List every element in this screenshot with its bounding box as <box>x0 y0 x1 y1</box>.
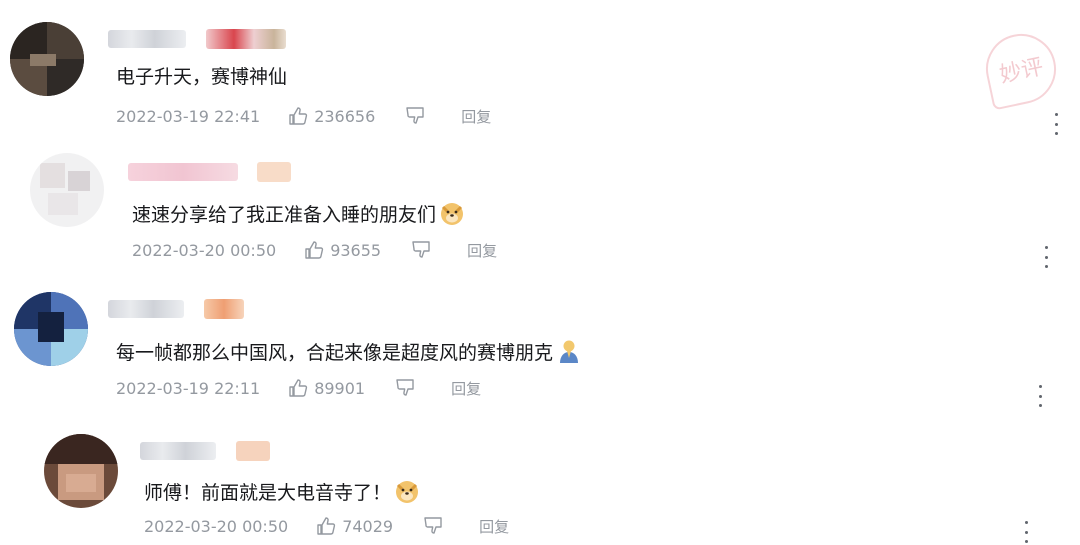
thumbs-down-icon <box>424 517 442 534</box>
thumbs-up-icon <box>305 241 324 259</box>
username[interactable] <box>128 163 238 181</box>
like-button[interactable]: 89901 <box>288 378 365 398</box>
comment-meta: 2022-03-20 00:50 93655 回复 <box>132 238 497 262</box>
person-praying-emoji-icon <box>556 338 582 371</box>
avatar[interactable] <box>30 153 104 227</box>
doge-emoji-icon <box>439 200 465 233</box>
dislike-button[interactable] <box>423 516 445 536</box>
username[interactable] <box>140 442 216 460</box>
comment-time: 2022-03-20 00:50 <box>144 516 289 536</box>
user-badge <box>257 162 291 182</box>
thumbs-up-icon <box>317 517 336 535</box>
comment-text-content: 师傅！前面就是大电音寺了！ <box>144 482 392 504</box>
username[interactable] <box>108 300 184 318</box>
thumbs-down-icon <box>412 241 430 258</box>
comment-meta: 2022-03-20 00:50 74029 回复 <box>144 514 509 538</box>
like-count: 93655 <box>330 240 382 260</box>
comment-text-content: 速速分享给了我正准备入睡的朋友们 <box>132 204 437 226</box>
reply-button[interactable]: 回复 <box>451 378 481 399</box>
comment-item: 师傅！前面就是大电音寺了！ 2022-03-20 00:50 74029 回复 <box>0 0 1080 543</box>
user-badge <box>204 299 244 319</box>
comment-meta: 2022-03-19 22:11 89901 回复 <box>116 376 481 400</box>
dislike-button[interactable] <box>395 378 417 398</box>
like-button[interactable]: 93655 <box>304 240 381 260</box>
comment-text: 每一帧都那么中国风，合起来像是超度风的赛博朋克 <box>116 338 582 371</box>
reply-button[interactable]: 回复 <box>479 516 509 537</box>
avatar[interactable] <box>44 434 118 508</box>
comment-text: 师傅！前面就是大电音寺了！ <box>144 478 420 511</box>
thumbs-up-icon <box>289 379 308 397</box>
thumbs-down-icon <box>396 379 414 396</box>
like-count: 74029 <box>342 516 394 536</box>
more-options-button[interactable] <box>1040 246 1052 268</box>
comment-time: 2022-03-20 00:50 <box>132 240 277 260</box>
like-button[interactable]: 74029 <box>316 516 393 536</box>
avatar[interactable] <box>14 292 88 366</box>
reply-button[interactable]: 回复 <box>467 240 497 261</box>
more-options-button[interactable] <box>1020 521 1032 543</box>
more-options-button[interactable] <box>1034 385 1046 407</box>
like-count: 89901 <box>314 378 366 398</box>
user-badge <box>236 441 270 461</box>
dislike-button[interactable] <box>411 240 433 260</box>
doge-emoji-icon <box>394 478 420 511</box>
comment-text-content: 每一帧都那么中国风，合起来像是超度风的赛博朋克 <box>116 342 554 364</box>
comment-text: 速速分享给了我正准备入睡的朋友们 <box>132 200 465 233</box>
comment-time: 2022-03-19 22:11 <box>116 378 261 398</box>
